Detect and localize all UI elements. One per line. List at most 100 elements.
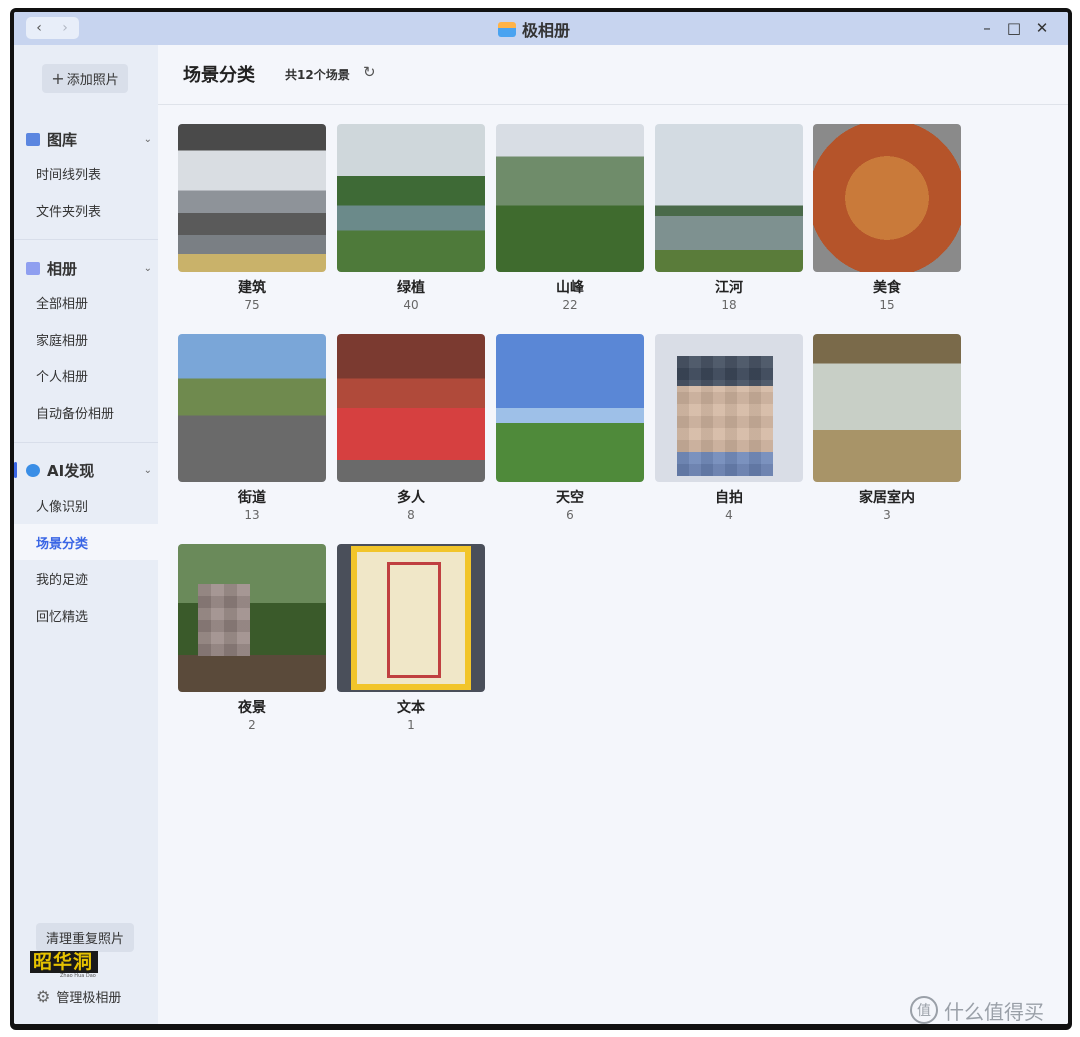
scene-name: 多人 xyxy=(397,490,425,506)
scene-tile[interactable]: 夜景 2 xyxy=(178,544,326,734)
sidebar-divider xyxy=(14,442,158,443)
scene-name: 家居室内 xyxy=(859,490,915,506)
scene-thumbnail xyxy=(337,124,485,272)
sidebar-item-scenes[interactable]: 场景分类 xyxy=(14,524,158,560)
scene-tile[interactable]: 文本 1 xyxy=(337,544,485,734)
page-header: 场景分类 共12个场景 ↻ xyxy=(158,45,1068,105)
watermark-mark: 值 xyxy=(910,996,938,1024)
scene-thumbnail xyxy=(813,334,961,482)
scene-count: 1 xyxy=(407,718,415,732)
scene-thumbnail xyxy=(655,124,803,272)
sidebar-divider xyxy=(14,239,158,240)
section-albums[interactable]: 相册 ⌄ xyxy=(26,257,158,279)
sidebar-item-memories[interactable]: 回忆精选 xyxy=(14,597,158,633)
scene-tile[interactable]: 建筑 75 xyxy=(178,124,326,314)
sidebar: + 添加照片 图库 ⌄ 时间线列表 文件夹列表 相册 ⌄ 全部相册 家庭相册 个… xyxy=(14,45,158,1024)
section-gallery[interactable]: 图库 ⌄ xyxy=(26,128,158,150)
scene-count: 18 xyxy=(721,298,737,312)
scene-thumbnail xyxy=(337,334,485,482)
scene-count: 22 xyxy=(562,298,578,312)
scene-tile[interactable]: 天空 6 xyxy=(496,334,644,524)
forward-icon[interactable]: › xyxy=(52,17,78,39)
scene-count: 15 xyxy=(879,298,895,312)
scene-name: 美食 xyxy=(873,280,901,296)
sidebar-item-footprints[interactable]: 我的足迹 xyxy=(14,560,158,596)
pixelated-face xyxy=(677,356,773,476)
scene-thumbnail xyxy=(178,124,326,272)
section-gallery-title: 图库 xyxy=(47,130,78,149)
scene-name: 自拍 xyxy=(715,490,743,506)
window-title: 极相册 xyxy=(498,18,570,40)
sidebar-item-all-albums[interactable]: 全部相册 xyxy=(14,284,158,320)
sidebar-item-auto-backup[interactable]: 自动备份相册 xyxy=(14,394,158,430)
scene-tile[interactable]: 自拍 4 xyxy=(655,334,803,524)
clean-duplicates-button[interactable]: 清理重复照片 xyxy=(36,923,134,952)
chevron-down-icon[interactable]: ⌄ xyxy=(144,263,152,274)
manage-label: 管理极相册 xyxy=(56,990,122,1006)
back-icon[interactable]: ‹ xyxy=(26,17,52,39)
app-logo-icon xyxy=(498,21,516,37)
add-photo-button[interactable]: + 添加照片 xyxy=(42,64,128,93)
scene-tile[interactable]: 绿植 40 xyxy=(337,124,485,314)
logo-subtext: Zhao Hua Dao xyxy=(60,973,96,979)
scene-count: 13 xyxy=(244,508,260,522)
manage-button[interactable]: ⚙ 管理极相册 xyxy=(36,985,121,1007)
scene-count: 40 xyxy=(403,298,419,312)
map-sign-image xyxy=(351,546,471,690)
sidebar-item-folders[interactable]: 文件夹列表 xyxy=(14,192,158,228)
sidebar-item-timeline[interactable]: 时间线列表 xyxy=(14,155,158,191)
scene-name: 天空 xyxy=(556,490,584,506)
scene-count: 4 xyxy=(725,508,733,522)
plus-icon: + xyxy=(51,69,65,88)
minimize-icon[interactable]: – xyxy=(976,17,998,39)
logo-text: 昭华洞 xyxy=(30,951,98,973)
section-albums-title: 相册 xyxy=(47,259,78,278)
scene-name: 建筑 xyxy=(238,280,266,296)
scene-tile[interactable]: 家居室内 3 xyxy=(813,334,961,524)
app-title: 极相册 xyxy=(522,21,571,40)
pixelated-person xyxy=(198,584,250,656)
scene-count: 75 xyxy=(244,298,260,312)
chevron-down-icon[interactable]: ⌄ xyxy=(144,465,152,476)
scene-thumbnail xyxy=(655,334,803,482)
gear-icon: ⚙ xyxy=(36,986,51,1006)
scene-thumbnail xyxy=(178,544,326,692)
close-icon[interactable]: ✕ xyxy=(1031,17,1053,39)
sidebar-item-face[interactable]: 人像识别 xyxy=(14,487,158,523)
scene-name: 绿植 xyxy=(397,280,425,296)
scene-name: 街道 xyxy=(238,490,266,506)
chevron-down-icon[interactable]: ⌄ xyxy=(144,134,152,145)
page-title: 场景分类 xyxy=(183,65,255,86)
watermark-logo: 昭华洞 Zhao Hua Dao xyxy=(30,951,98,981)
scene-tile[interactable]: 江河 18 xyxy=(655,124,803,314)
scene-count: 2 xyxy=(248,718,256,732)
section-marker xyxy=(14,462,17,478)
scene-name: 文本 xyxy=(397,700,425,716)
scene-thumbnail xyxy=(496,124,644,272)
scene-name: 山峰 xyxy=(556,280,584,296)
add-photo-label: 添加照片 xyxy=(66,73,119,88)
scene-count: 6 xyxy=(566,508,574,522)
app-window: ‹ › 极相册 – □ ✕ + 添加照片 图库 ⌄ 时间线列表 文件夹列表 相册… xyxy=(14,12,1068,1024)
scene-thumbnail xyxy=(178,334,326,482)
scene-name: 夜景 xyxy=(238,700,266,716)
scene-tile[interactable]: 街道 13 xyxy=(178,334,326,524)
site-watermark: 值 什么值得买 xyxy=(910,995,1044,1025)
scene-tile[interactable]: 山峰 22 xyxy=(496,124,644,314)
scene-name: 江河 xyxy=(715,280,743,296)
sidebar-item-family-album[interactable]: 家庭相册 xyxy=(14,321,158,357)
ai-discover-icon xyxy=(26,463,40,477)
maximize-icon[interactable]: □ xyxy=(1003,17,1025,39)
scene-tile[interactable]: 多人 8 xyxy=(337,334,485,524)
scene-count: 共12个场景 xyxy=(285,68,350,82)
scene-thumbnail xyxy=(496,334,644,482)
sidebar-item-personal-album[interactable]: 个人相册 xyxy=(14,357,158,393)
section-ai[interactable]: AI发现 ⌄ xyxy=(26,459,158,481)
main-content: 场景分类 共12个场景 ↻ 建筑 75 绿植 40 山峰 22 江河 18 美食 xyxy=(158,45,1068,1024)
nav-buttons: ‹ › xyxy=(26,17,79,39)
title-bar: ‹ › 极相册 – □ ✕ xyxy=(14,12,1068,45)
watermark-text: 什么值得买 xyxy=(944,999,1044,1024)
section-ai-title: AI发现 xyxy=(47,461,95,480)
scene-tile[interactable]: 美食 15 xyxy=(813,124,961,314)
refresh-icon[interactable]: ↻ xyxy=(363,63,376,81)
